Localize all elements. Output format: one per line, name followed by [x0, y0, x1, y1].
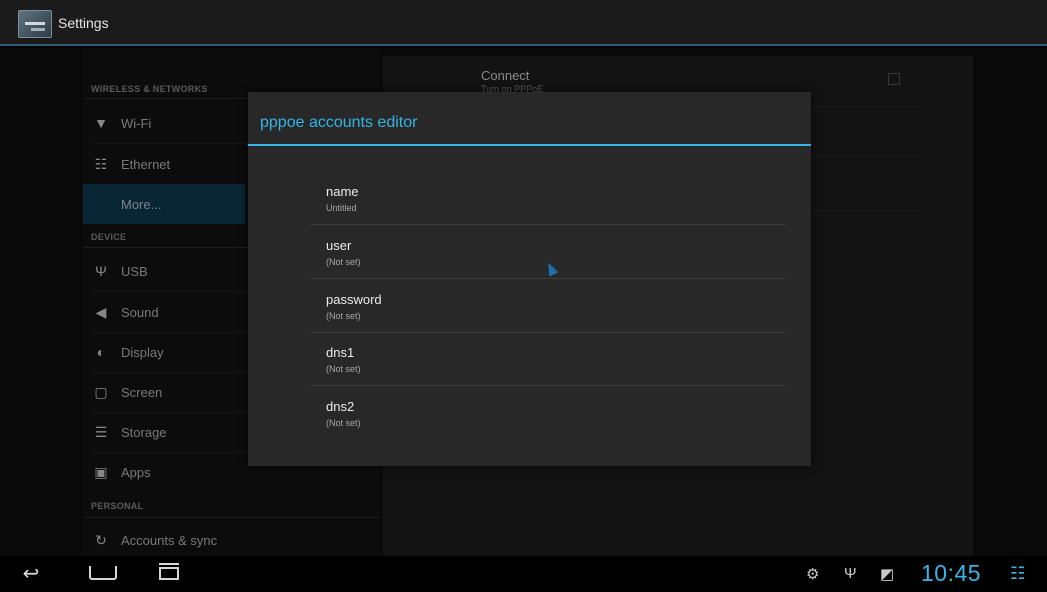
field-label: dns1 [326, 345, 355, 360]
field-value: (Not set) [326, 257, 361, 267]
name-field[interactable]: name Untitled [310, 172, 786, 225]
field-label: user [326, 238, 352, 253]
field-value: (Not set) [326, 311, 361, 321]
field-value: (Not set) [326, 364, 361, 374]
divider [310, 385, 786, 386]
clock[interactable]: 10:45 [921, 560, 981, 587]
home-icon[interactable] [86, 562, 120, 586]
field-value: Untitled [326, 203, 357, 213]
field-label: name [326, 184, 359, 199]
dialog-title-divider [248, 144, 811, 146]
pppoe-accounts-editor-dialog: pppoe accounts editor name Untitled user… [248, 92, 811, 466]
password-field[interactable]: password (Not set) [310, 280, 786, 333]
app-title: Settings [58, 15, 109, 31]
ethernet-icon[interactable]: ☷ [1010, 564, 1025, 584]
divider [310, 278, 786, 279]
settings-app-icon[interactable] [18, 10, 52, 38]
recent-apps-icon[interactable] [155, 562, 183, 586]
divider [310, 224, 786, 225]
field-label: dns2 [326, 399, 355, 414]
dns2-field[interactable]: dns2 (Not set) [310, 387, 786, 440]
dialog-title: pppoe accounts editor [260, 114, 418, 131]
usb-icon[interactable]: Ψ [844, 565, 857, 582]
back-icon[interactable]: ↩ [18, 562, 44, 586]
android-debug-icon[interactable]: ⚙ [806, 565, 819, 583]
system-bar: ↩ ⚙ Ψ ◩ 10:45 ☷ [0, 556, 1047, 592]
field-label: password [326, 292, 382, 307]
action-bar: Settings [0, 0, 1047, 46]
dns1-field[interactable]: dns1 (Not set) [310, 333, 786, 386]
field-value: (Not set) [326, 418, 361, 428]
no-signal-icon[interactable]: ◩ [880, 565, 894, 583]
